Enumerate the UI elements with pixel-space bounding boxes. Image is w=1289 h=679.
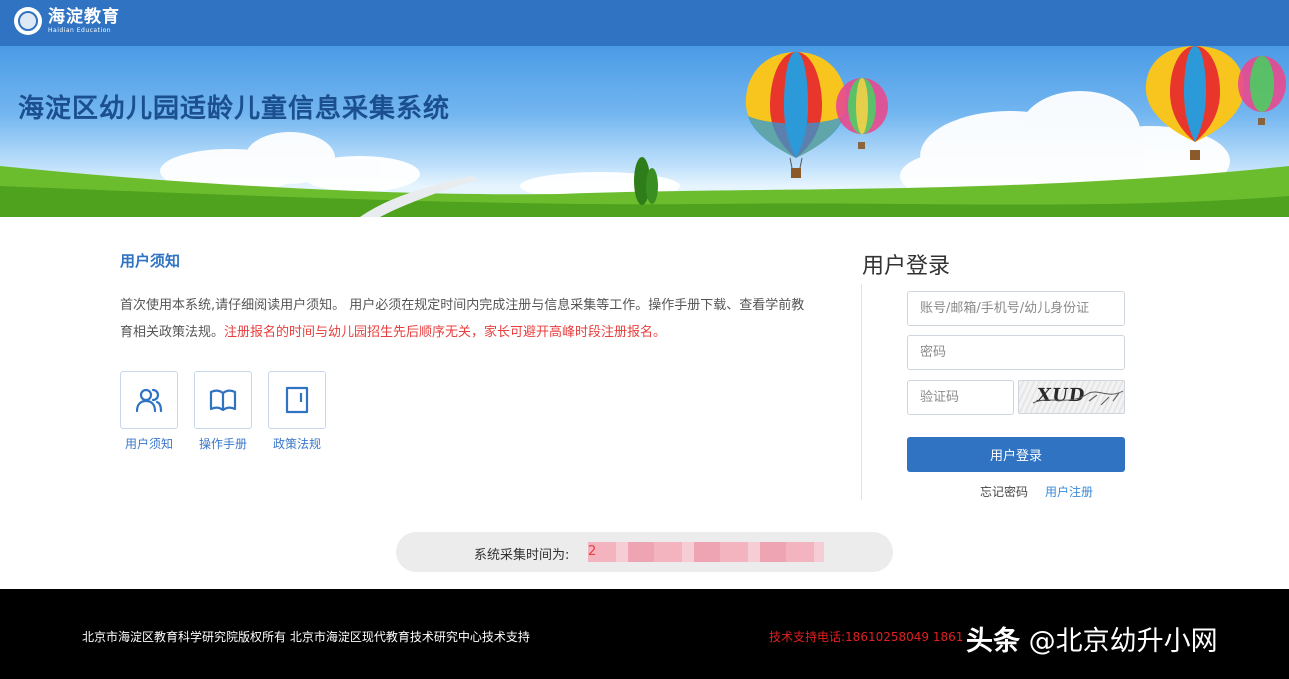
hero-banner: 海淀区幼儿园适龄儿童信息采集系统 xyxy=(0,46,1289,217)
login-heading: 用户登录 xyxy=(862,254,951,279)
login-button[interactable]: 用户登录 xyxy=(907,437,1125,472)
quick-link-manual[interactable]: 操作手册 xyxy=(194,371,252,452)
notice-text-highlight: 注册报名的时间与幼儿园招生先后顺序无关，家长可避开高峰时段注册报名。 xyxy=(224,325,667,340)
quick-link-label: 用户须知 xyxy=(124,437,173,451)
watermark-brand: 头条 xyxy=(966,626,1020,657)
captcha-input[interactable] xyxy=(907,380,1014,415)
account-input[interactable] xyxy=(907,291,1125,326)
collection-time-label: 系统采集时间为: xyxy=(474,548,570,563)
users-icon xyxy=(135,388,163,413)
seal-icon xyxy=(14,7,42,35)
password-input[interactable] xyxy=(907,335,1125,370)
footer: 北京市海淀区教育科学研究院版权所有 北京市海淀区现代教育技术研究中心技术支持 技… xyxy=(0,589,1289,679)
document-icon xyxy=(285,386,309,414)
quick-link-policy[interactable]: 政策法规 xyxy=(268,371,326,452)
book-icon xyxy=(209,389,237,412)
watermark: 头条 @北京幼升小网 xyxy=(966,619,1218,658)
collection-time-value: 2 xyxy=(588,542,824,562)
site-logo[interactable]: 海淀教育 Haidian Education xyxy=(14,7,120,35)
footer-support-phone: 技术支持电话:18610258049 1861 xyxy=(769,630,964,644)
captcha-noise xyxy=(1032,390,1124,406)
captcha-image[interactable]: XUD xyxy=(1018,380,1125,414)
watermark-handle: @北京幼升小网 xyxy=(1028,626,1218,657)
login-divider xyxy=(861,284,862,500)
forgot-password-link[interactable]: 忘记密码 xyxy=(980,483,1028,500)
quick-link-user-notice[interactable]: 用户须知 xyxy=(120,371,178,452)
collection-time-bar: 系统采集时间为: 2 xyxy=(396,532,893,572)
notice-heading: 用户须知 xyxy=(120,252,181,270)
logo-english-text: Haidian Education xyxy=(48,26,112,34)
top-bar: 海淀教育 Haidian Education xyxy=(0,0,1289,46)
logo-chinese-text: 海淀教育 xyxy=(48,6,120,27)
register-link[interactable]: 用户注册 xyxy=(1045,483,1093,500)
quick-link-label: 政策法规 xyxy=(272,437,321,451)
notice-text: 首次使用本系统,请仔细阅读用户须知。 用户必须在规定时间内完成注册与信息采集等工… xyxy=(120,292,810,346)
system-title: 海淀区幼儿园适龄儿童信息采集系统 xyxy=(18,94,451,124)
quick-link-label: 操作手册 xyxy=(198,437,247,451)
footer-copyright: 北京市海淀区教育科学研究院版权所有 北京市海淀区现代教育技术研究中心技术支持 xyxy=(82,630,530,644)
banner-scenery xyxy=(0,46,1289,217)
